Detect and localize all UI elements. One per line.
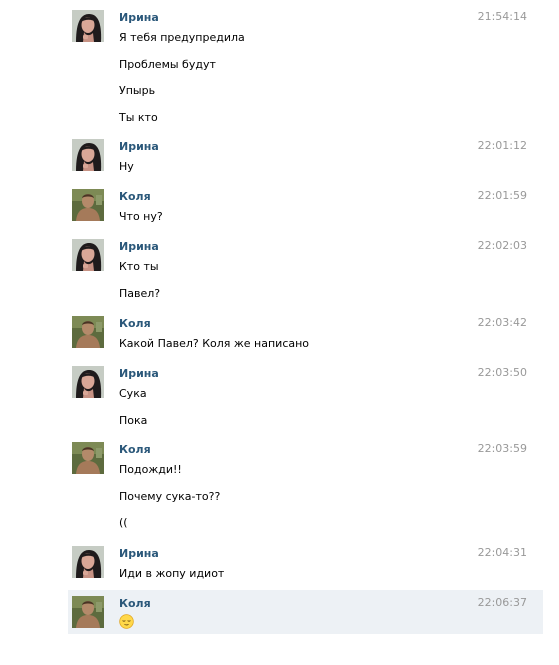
author-name[interactable]: Коля (119, 317, 151, 330)
timestamp[interactable]: 22:01:59 (478, 189, 527, 202)
timestamp[interactable]: 21:54:14 (478, 10, 527, 23)
message-text: Сука (119, 387, 147, 400)
avatar[interactable] (72, 546, 104, 578)
author-name[interactable]: Коля (119, 190, 151, 203)
author-name[interactable]: Ирина (119, 367, 159, 380)
message-history: Ирина 21:54:14 Я тебя предупредила Пробл… (0, 0, 559, 665)
message: Ирина 21:54:14 Я тебя предупредила Пробл… (68, 4, 543, 134)
avatar[interactable] (72, 596, 104, 628)
timestamp[interactable]: 22:01:12 (478, 139, 527, 152)
message[interactable]: Коля 22:06:37 (68, 590, 543, 634)
timestamp[interactable]: 22:03:42 (478, 316, 527, 329)
timestamp[interactable]: 22:02:03 (478, 239, 527, 252)
message-text: Какой Павел? Коля же написано (119, 337, 310, 350)
message-text: Почему сука-то?? (119, 490, 221, 503)
author-name[interactable]: Коля (119, 443, 151, 456)
avatar[interactable] (72, 139, 104, 171)
message-text: Кто ты (119, 260, 159, 273)
message-text: Упырь (119, 84, 156, 97)
message: Ирина 22:03:50 Сука Пока (68, 360, 543, 436)
message: Коля 22:01:59 Что ну? (68, 183, 543, 231)
timestamp[interactable]: 22:03:59 (478, 442, 527, 455)
message: Ирина 22:04:31 Иди в жопу идиот (68, 540, 543, 588)
avatar[interactable] (72, 189, 104, 221)
avatar[interactable] (72, 239, 104, 271)
message-text: Я тебя предупредила (119, 31, 245, 44)
message-text: Проблемы будут (119, 58, 216, 71)
timestamp[interactable]: 22:06:37 (478, 596, 527, 609)
author-name[interactable]: Ирина (119, 240, 159, 253)
author-name[interactable]: Ирина (119, 547, 159, 560)
message-text: (( (119, 516, 128, 529)
author-name[interactable]: Ирина (119, 11, 159, 24)
message-text: Ну (119, 160, 134, 173)
avatar[interactable] (72, 316, 104, 348)
message: Коля 22:03:42 Какой Павел? Коля же напис… (68, 310, 543, 358)
avatar[interactable] (72, 442, 104, 474)
message: Ирина 22:01:12 Ну (68, 133, 543, 181)
avatar[interactable] (72, 366, 104, 398)
timestamp[interactable]: 22:04:31 (478, 546, 527, 559)
message: Коля 22:03:59 Подожди!! Почему сука-то??… (68, 436, 543, 540)
avatar[interactable] (72, 10, 104, 42)
timestamp[interactable]: 22:03:50 (478, 366, 527, 379)
message-text: Павел? (119, 287, 161, 300)
message-text: Иди в жопу идиот (119, 567, 225, 580)
message: Ирина 22:02:03 Кто ты Павел? (68, 233, 543, 309)
message-text: Ты кто (119, 111, 158, 124)
author-name[interactable]: Ирина (119, 140, 159, 153)
message-text: Подожди!! (119, 463, 182, 476)
message-text: Что ну? (119, 210, 163, 223)
author-name[interactable]: Коля (119, 597, 151, 610)
message-text: Пока (119, 414, 148, 427)
relieved-face-icon (119, 614, 134, 629)
